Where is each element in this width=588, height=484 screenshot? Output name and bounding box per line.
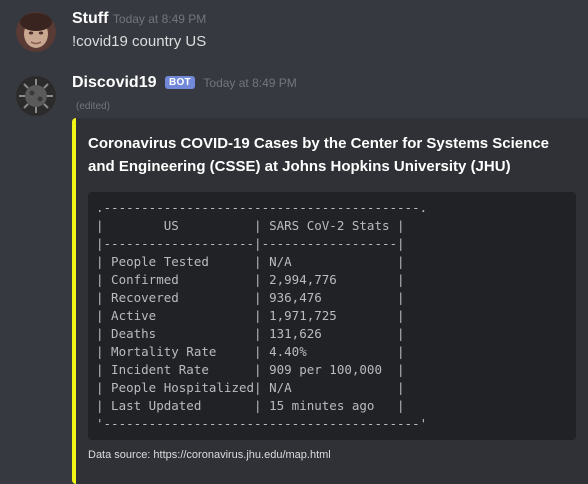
bot-username[interactable]: Discovid19 BOT Today at 8:49 PM <box>72 74 297 92</box>
embed-card: Coronavirus COVID-19 Cases by the Center… <box>72 118 588 484</box>
message-stuff: Stuff Today at 8:49 PM !covid19 country … <box>0 0 588 64</box>
bot-avatar[interactable] <box>16 76 56 116</box>
message-timestamp: Today at 8:49 PM <box>203 76 297 90</box>
stats-codeblock: .---------------------------------------… <box>88 192 576 440</box>
edited-label: (edited) <box>76 101 110 112</box>
stats-table-text: .---------------------------------------… <box>96 200 428 431</box>
embed-title[interactable]: Coronavirus COVID-19 Cases by the Center… <box>88 132 568 178</box>
message-timestamp: Today at 8:49 PM <box>112 12 207 26</box>
embed-footer: Data source: https://coronavirus.jhu.edu… <box>88 449 331 461</box>
bot-badge: BOT <box>164 76 195 89</box>
username[interactable]: Stuff Today at 8:49 PM <box>72 10 206 28</box>
message-content: !covid19 country US <box>72 33 207 50</box>
user-avatar[interactable] <box>16 12 56 52</box>
